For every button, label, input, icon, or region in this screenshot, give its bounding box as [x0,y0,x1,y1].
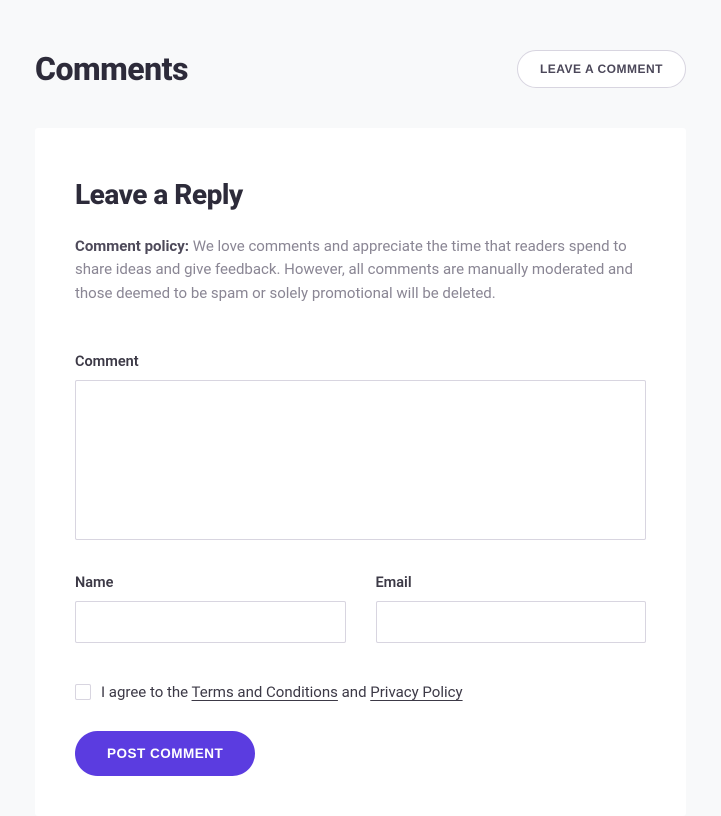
consent-middle: and [338,683,370,701]
comment-field-group: Comment [75,353,646,574]
post-comment-button[interactable]: POST COMMENT [75,731,255,776]
email-label: Email [376,574,647,591]
name-email-row: Name Email [75,574,646,643]
comment-label: Comment [75,353,646,370]
terms-link[interactable]: Terms and Conditions [192,683,338,701]
leave-comment-button[interactable]: LEAVE A COMMENT [517,50,686,88]
reply-title: Leave a Reply [75,178,646,211]
name-label: Name [75,574,346,591]
comments-section: Comments LEAVE A COMMENT Leave a Reply C… [0,0,721,816]
reply-card: Leave a Reply Comment policy: We love co… [35,128,686,816]
name-input[interactable] [75,601,346,643]
name-field-group: Name [75,574,346,643]
consent-prefix: I agree to the [101,683,192,701]
consent-row: I agree to the Terms and Conditions and … [75,683,646,701]
comments-header: Comments LEAVE A COMMENT [0,0,721,128]
email-field-group: Email [376,574,647,643]
policy-label: Comment policy: [75,237,189,255]
privacy-link[interactable]: Privacy Policy [370,683,462,701]
email-input[interactable] [376,601,647,643]
comment-textarea[interactable] [75,380,646,540]
consent-checkbox[interactable] [75,684,91,700]
page-title: Comments [35,50,188,88]
consent-label: I agree to the Terms and Conditions and … [101,683,463,701]
comment-policy: Comment policy: We love comments and app… [75,235,646,305]
